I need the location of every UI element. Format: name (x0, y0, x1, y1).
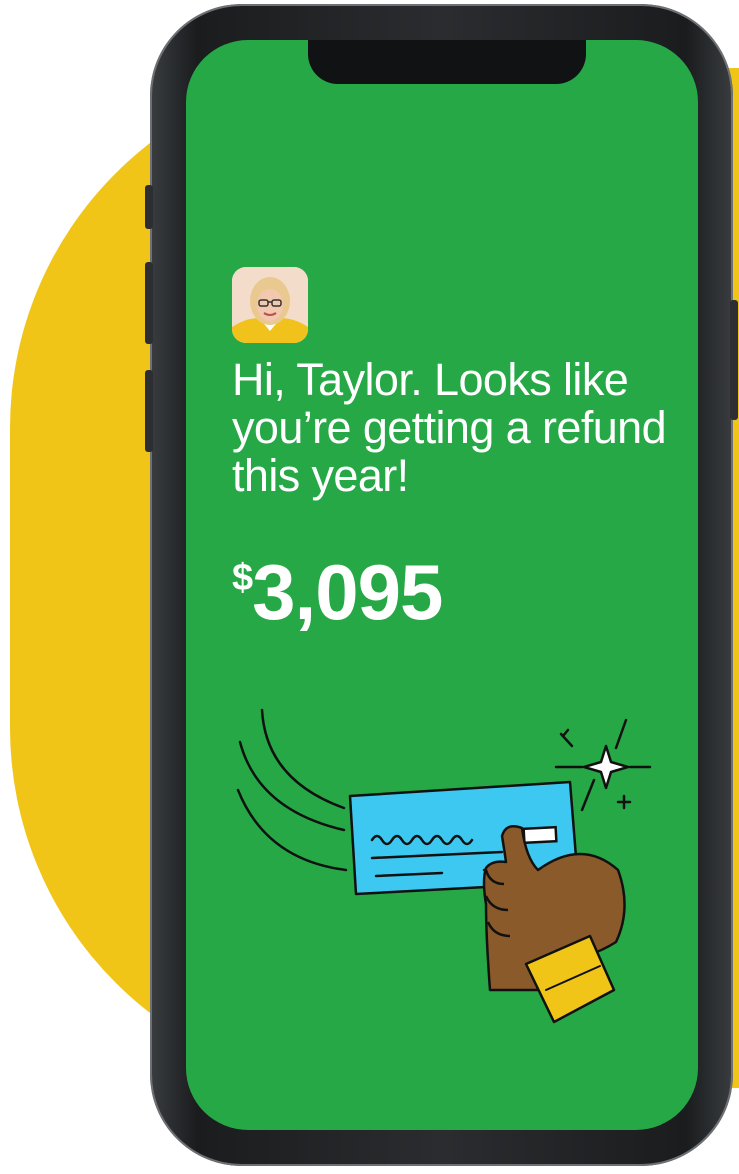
motion-lines-icon (236, 708, 348, 872)
phone-side-button (145, 262, 153, 344)
phone-notch (308, 40, 586, 84)
currency-symbol: $ (232, 557, 253, 599)
refund-check-illustration (236, 708, 652, 1024)
phone-side-button (145, 370, 153, 452)
greeting-message: Hi, Taylor. Looks like you’re getting a … (232, 354, 667, 501)
refund-amount: $ 3,095 (232, 548, 443, 636)
phone-side-button (145, 185, 153, 229)
phone-side-button (730, 300, 738, 420)
refund-amount-value: 3,095 (252, 548, 443, 636)
advisor-avatar (232, 267, 308, 343)
